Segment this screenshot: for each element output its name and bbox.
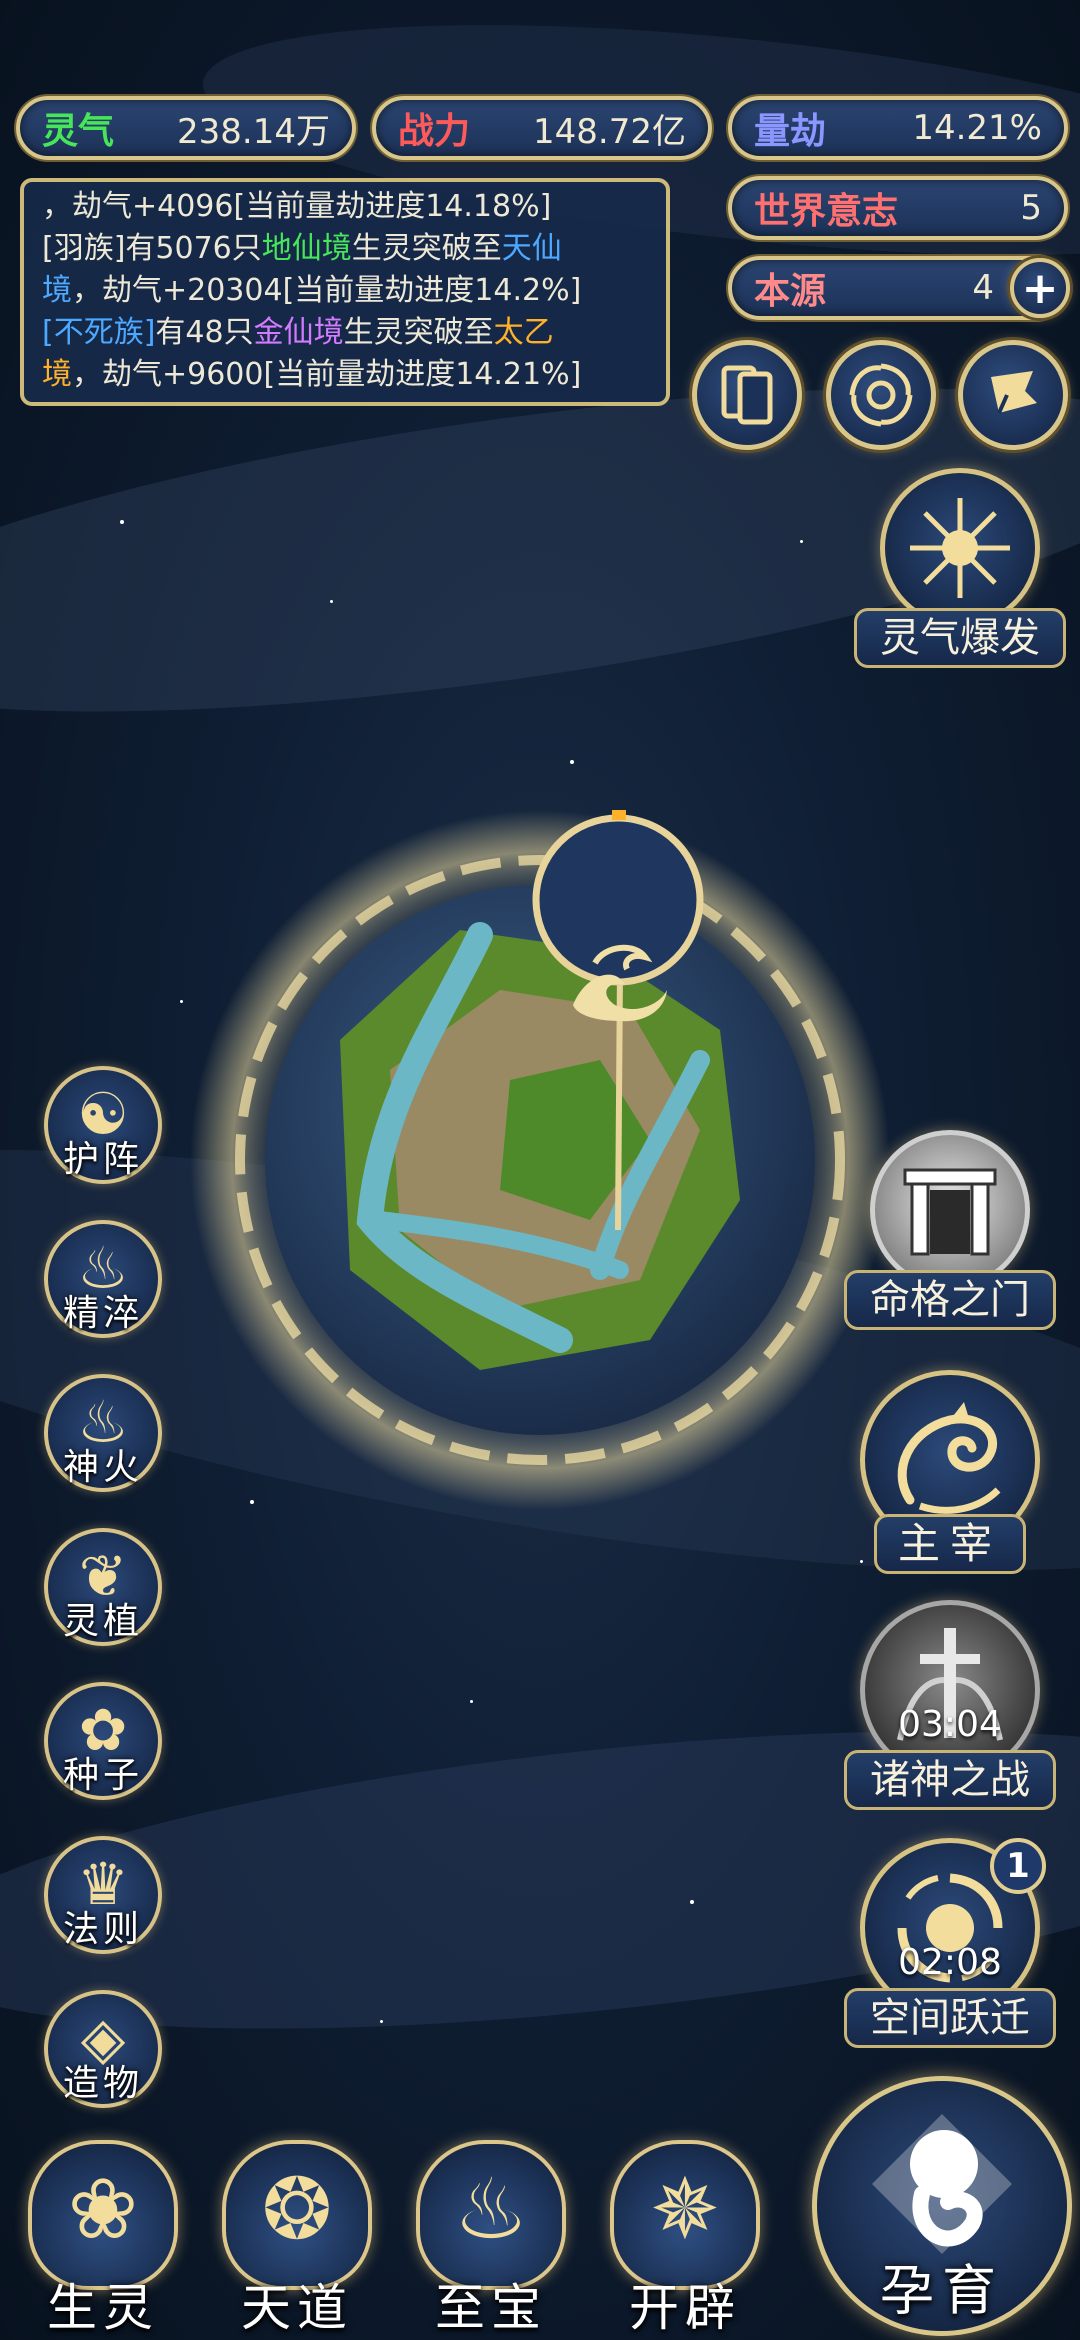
tab-creatures-label: 生灵 <box>47 2279 159 2337</box>
flag-icon <box>991 371 1037 414</box>
tab-heavenly-dao-label: 天道 <box>241 2279 353 2337</box>
cards-button[interactable] <box>692 340 802 450</box>
combat-power-counter[interactable]: 战力 148.72亿 <box>372 96 712 160</box>
tab-genesis-label: 开辟 <box>629 2279 741 2337</box>
combat-power-value: 148.72亿 <box>533 111 686 152</box>
burst-icon: ✵ <box>649 2160 721 2258</box>
spirit-burst-button[interactable]: 灵气爆发 <box>850 468 1070 678</box>
incubate-label: 孕育 <box>880 2259 1004 2322</box>
gods-war-timer: 03:04 <box>898 1704 1002 1745</box>
tab-treasure-label: 至宝 <box>435 2279 547 2337</box>
star <box>380 2020 383 2023</box>
add-origin-button[interactable]: + <box>1010 258 1070 318</box>
incubate-button[interactable]: 孕育 <box>812 2076 1072 2336</box>
menu-refine[interactable]: ♨ 精淬 <box>38 1220 168 1360</box>
star <box>120 520 124 524</box>
calamity-value: 14.21% <box>912 108 1042 148</box>
wave-icon <box>573 944 667 1022</box>
seed-label: 种子 <box>62 1755 143 1796</box>
star <box>330 600 333 603</box>
gods-war-button[interactable]: 03:04 诸神之战 <box>840 1600 1060 1815</box>
star <box>470 1700 473 1703</box>
sovereign-button[interactable]: 主宰 <box>840 1370 1060 1580</box>
star <box>800 540 803 543</box>
flame-treasure-icon: ♨ <box>453 2160 529 2258</box>
log-line: [羽族]有5076只地仙境生灵突破至天仙 <box>42 231 562 266</box>
creation-label: 造物 <box>62 2063 143 2104</box>
space-jump-timer: 02:08 <box>898 1942 1002 1983</box>
starburst-icon <box>910 498 1010 598</box>
space-jump-button[interactable]: 02:08 1 空间跃迁 <box>840 1838 1060 2053</box>
tab-heavenly-dao[interactable]: ❂ 天道 <box>212 2140 382 2340</box>
menu-divine-fire[interactable]: ♨ 神火 <box>38 1374 168 1514</box>
world-will-counter[interactable]: 世界意志 5 <box>728 176 1068 240</box>
calamity-counter[interactable]: 量劫 14.21% <box>728 96 1068 160</box>
notification-badge: 1 <box>990 1838 1046 1894</box>
tab-genesis[interactable]: ✵ 开辟 <box>600 2140 770 2340</box>
world-will-label: 世界意志 <box>754 190 899 232</box>
vortex-button[interactable] <box>826 340 936 450</box>
world-will-value: 5 <box>1020 188 1042 228</box>
world-marker[interactable] <box>560 930 680 1030</box>
menu-creation[interactable]: ◈ 造物 <box>38 1990 168 2130</box>
spirit-qi-value: 238.14万 <box>177 111 330 152</box>
tab-creatures[interactable]: ❀ 生灵 <box>18 2140 188 2340</box>
menu-spirit-plant[interactable]: ❦ 灵植 <box>38 1528 168 1668</box>
divine-fire-label: 神火 <box>62 1447 143 1488</box>
destiny-gate-emblem <box>870 1130 1030 1290</box>
world-globe[interactable] <box>180 800 900 1520</box>
gods-war-label: 诸神之战 <box>844 1750 1056 1810</box>
gate-icon <box>903 1168 997 1256</box>
spirit-qi-label: 灵气 <box>42 110 115 152</box>
spirit-burst-emblem <box>880 468 1040 628</box>
menu-guard-array[interactable]: ☯ 护阵 <box>38 1066 168 1206</box>
vortex-icon <box>849 363 913 427</box>
destiny-gate-label: 命格之门 <box>844 1270 1056 1330</box>
log-line: 境，劫气+20304[当前量劫进度14.2%] <box>42 273 582 308</box>
dragon-icon <box>897 1402 1001 1514</box>
plus-icon: + <box>1021 262 1059 314</box>
log-line: 境，劫气+9600[当前量劫进度14.21%] <box>42 357 582 392</box>
calamity-label: 量劫 <box>754 110 827 152</box>
origin-value: 4 <box>972 268 994 308</box>
spirit-qi-counter[interactable]: 灵气 238.14万 <box>16 96 356 160</box>
destiny-gate-button[interactable]: 命格之门 <box>840 1130 1060 1340</box>
tab-treasure[interactable]: ♨ 至宝 <box>406 2140 576 2340</box>
refine-label: 精淬 <box>62 1293 143 1334</box>
spirit-plant-label: 灵植 <box>62 1601 143 1642</box>
combat-power-label: 战力 <box>398 110 471 152</box>
event-log-panel[interactable]: ，劫气+4096[当前量劫进度14.18%] [羽族]有5076只地仙境生灵突破… <box>20 178 670 406</box>
guard-array-label: 护阵 <box>62 1139 143 1180</box>
origin-label: 本源 <box>754 270 827 312</box>
menu-law[interactable]: ♛ 法则 <box>38 1836 168 1976</box>
log-line: [不死族]有48只金仙境生灵突破至太乙 <box>42 315 554 350</box>
menu-seed[interactable]: ✿ 种子 <box>38 1682 168 1822</box>
space-jump-label: 空间跃迁 <box>844 1988 1056 2048</box>
game-screen: 灵气 238.14万 战力 148.72亿 量劫 14.21% 世界意志 5 本… <box>0 0 1080 2340</box>
star <box>690 1900 694 1904</box>
cloud-swirl-icon: ❂ <box>261 2160 333 2258</box>
cards-icon <box>721 365 773 425</box>
log-line: ，劫气+4096[当前量劫进度14.18%] <box>42 189 552 224</box>
law-label: 法则 <box>62 1909 143 1950</box>
flag-button[interactable] <box>958 340 1068 450</box>
star <box>570 760 574 764</box>
spirit-burst-label: 灵气爆发 <box>854 608 1066 668</box>
sovereign-label: 主宰 <box>874 1514 1026 1574</box>
phoenix-icon: ❀ <box>67 2160 139 2258</box>
